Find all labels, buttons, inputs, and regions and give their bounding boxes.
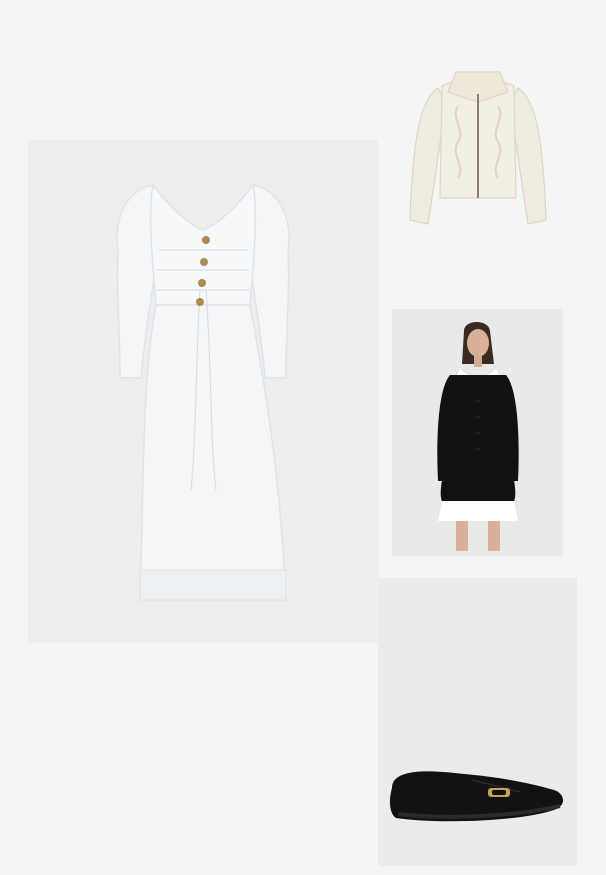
product-image-cardigan[interactable] bbox=[398, 58, 558, 236]
product-image-dress[interactable] bbox=[28, 140, 378, 643]
product-image-jacket[interactable] bbox=[392, 309, 563, 556]
dress-illustration bbox=[116, 183, 290, 601]
jacket-illustration bbox=[437, 322, 519, 551]
loafer-illustration bbox=[389, 771, 564, 822]
product-image-loafer[interactable] bbox=[378, 578, 577, 866]
cardigan-illustration bbox=[409, 71, 547, 225]
